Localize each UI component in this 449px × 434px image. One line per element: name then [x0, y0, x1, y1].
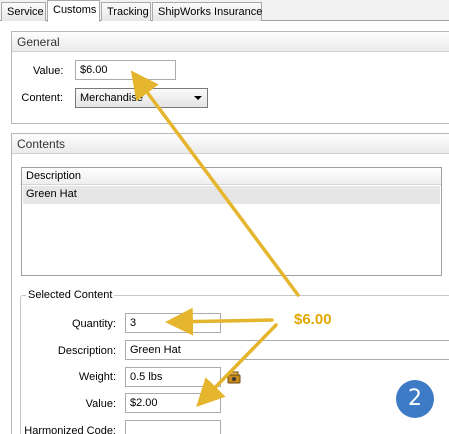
content-selected-value: Merchandise [80, 92, 143, 104]
selected-content-group: Selected Content [20, 289, 449, 434]
contents-list[interactable]: Description Green Hat [21, 167, 442, 276]
step-number-badge: 2 [396, 380, 434, 418]
contents-header: Contents [12, 134, 449, 154]
tab-customs[interactable]: Customs [47, 0, 100, 22]
list-column-description[interactable]: Description [22, 168, 441, 185]
content-label: Content: [21, 92, 63, 104]
general-header: General [12, 32, 449, 52]
tab-shipworks-insurance[interactable]: ShipWorks Insurance [152, 2, 262, 21]
tab-bar: Service Customs Tracking ShipWorks Insur… [0, 0, 449, 22]
harmonized-code-label: Harmonized Code: [24, 425, 116, 434]
chevron-down-icon [194, 96, 202, 100]
description-field[interactable]: Green Hat [125, 340, 449, 360]
item-value-field[interactable]: $2.00 [125, 393, 221, 413]
content-dropdown[interactable]: Merchandise [75, 88, 208, 108]
description-label: Description: [57, 345, 116, 357]
quantity-label: Quantity: [71, 318, 116, 330]
general-value-label: Value: [33, 65, 64, 77]
selected-content-title: Selected Content [26, 289, 115, 301]
harmonized-code-field[interactable] [125, 420, 221, 434]
scale-icon[interactable] [227, 370, 241, 384]
general-value-field[interactable]: $6.00 [75, 60, 176, 80]
total-value-annotation: $6.00 [294, 311, 332, 328]
quantity-field[interactable]: 3 [125, 313, 221, 333]
list-item[interactable]: Green Hat [23, 186, 440, 204]
item-value-label: Value: [85, 398, 116, 410]
weight-label: Weight: [78, 371, 116, 383]
weight-field[interactable]: 0.5 lbs [125, 367, 221, 387]
tab-service[interactable]: Service [1, 2, 46, 21]
tab-tracking[interactable]: Tracking [101, 2, 151, 21]
